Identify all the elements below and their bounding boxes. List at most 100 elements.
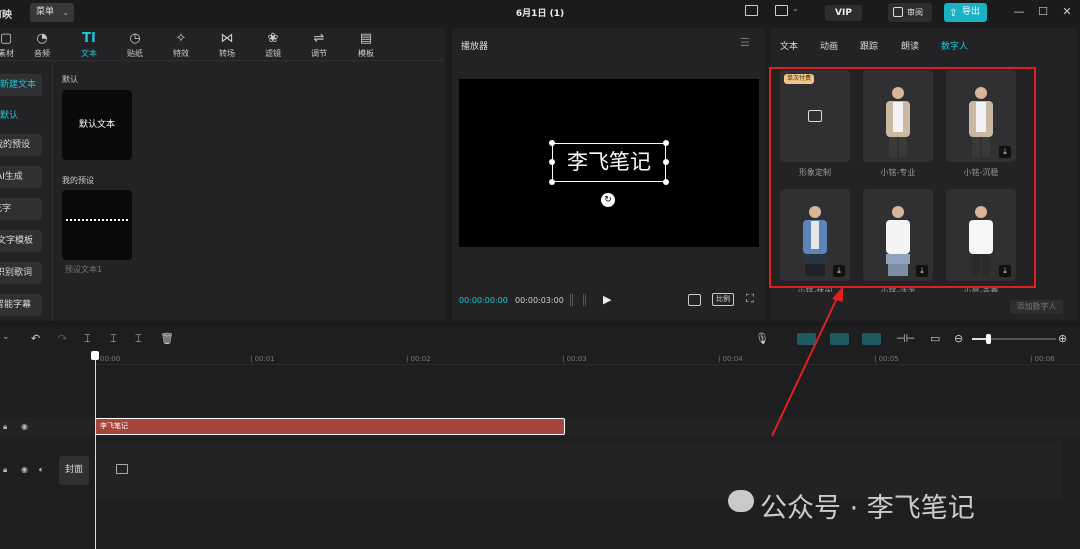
tool-label: 滤镜 [265, 49, 281, 58]
playhead-handle[interactable] [91, 351, 99, 360]
auto-snap-icon[interactable] [830, 333, 849, 345]
microphone-icon[interactable]: 🎙 [755, 332, 769, 345]
playhead[interactable] [95, 352, 96, 549]
sticker-icon: ◷ [129, 31, 141, 46]
maximize-icon[interactable]: ☐ [1036, 5, 1050, 19]
preset-text-card[interactable] [62, 190, 132, 260]
divider [0, 60, 445, 61]
export-button[interactable]: ⇪ 导出 [944, 3, 987, 22]
review-icon [893, 7, 903, 17]
tab-animation[interactable]: 动画 [820, 39, 838, 52]
category-lyrics[interactable]: 识别歌词 [0, 262, 42, 284]
tool-label: 调节 [311, 49, 327, 58]
preview-axis-icon[interactable]: ⊣⊢ [896, 332, 915, 345]
section-my-presets: 我的预设 [62, 176, 94, 185]
category-new-text[interactable]: 新建文本 [0, 74, 42, 96]
adjust-icon: ⇌ [313, 31, 325, 46]
tool-label: 音频 [34, 49, 50, 58]
tool-adjust[interactable]: ⇌ 调节 [299, 28, 339, 60]
zoom-out-icon[interactable]: ⊖ [954, 332, 963, 345]
eye-icon[interactable]: ◉ [21, 422, 28, 431]
ruler-label: | 00:04 [718, 355, 743, 363]
tool-label: 特效 [173, 49, 189, 58]
zoom-in-icon[interactable]: ⊕ [1058, 332, 1067, 345]
main-track-magnet-icon[interactable] [797, 333, 816, 345]
tool-label: 贴纸 [127, 49, 143, 58]
chevron-down-icon[interactable]: ⌄ [2, 332, 10, 342]
cover-button[interactable]: 封面 [59, 456, 89, 485]
category-default[interactable]: 默认 [0, 105, 42, 127]
split-icon[interactable]: ⌶ [84, 332, 91, 346]
layout-icon[interactable] [745, 5, 758, 16]
category-my-presets[interactable]: 我的预设 [0, 134, 42, 156]
tab-tracking[interactable]: 跟踪 [860, 39, 878, 52]
split-right-icon[interactable]: ⌶ [135, 332, 142, 346]
layout-switch-icon[interactable] [775, 5, 788, 16]
caption-icon[interactable]: ▭ [930, 332, 940, 345]
default-text-card[interactable]: 默认文本 [62, 90, 132, 160]
text-icon: TI [82, 31, 96, 46]
highlight-box [769, 67, 1036, 288]
tool-audio[interactable]: ◔ 音频 [22, 28, 62, 60]
transition-icon: ⋈ [220, 31, 234, 46]
tool-effects[interactable]: ✧ 特效 [161, 28, 201, 60]
text-clip[interactable]: 李飞笔记 [95, 418, 565, 435]
ruler-label: 00:00 [100, 355, 121, 363]
template-icon: ▤ [359, 31, 373, 46]
add-digital-human-button[interactable]: 添加数字人 [1010, 300, 1063, 314]
divider [52, 62, 53, 321]
caption-text: 李飞笔记 [567, 150, 651, 174]
undo-icon[interactable]: ↶ [31, 332, 40, 345]
waveform-icon[interactable] [570, 294, 586, 306]
tab-read-aloud[interactable]: 朗读 [901, 39, 919, 52]
zoom-slider-handle[interactable] [986, 334, 991, 344]
category-ai[interactable]: AI生成 [0, 166, 42, 188]
tool-label: 转场 [219, 49, 235, 58]
review-label: 审阅 [907, 8, 923, 17]
tool-filter[interactable]: ❀ 滤镜 [253, 28, 293, 60]
rotate-icon[interactable]: ↻ [601, 193, 615, 207]
vip-button[interactable]: VIP [825, 5, 862, 21]
ruler-label: | 00:01 [250, 355, 275, 363]
lock-icon[interactable]: 🔒︎ [3, 422, 7, 432]
delete-icon[interactable]: 🗑 [160, 332, 174, 345]
ruler-label: | 00:03 [562, 355, 587, 363]
review-button[interactable]: 审阅 [888, 3, 932, 22]
tab-digital-human[interactable]: 数字人 [941, 39, 968, 52]
tool-transition[interactable]: ⋈ 转场 [207, 28, 247, 60]
time-ruler[interactable] [95, 364, 1080, 365]
fullscreen-icon[interactable]: ⛶ [746, 292, 754, 306]
linkage-icon[interactable] [862, 333, 881, 345]
fit-screen-icon[interactable] [688, 294, 701, 306]
category-text-template[interactable]: 文字模板 [0, 230, 42, 252]
ruler-label: | 00:05 [874, 355, 899, 363]
film-icon [116, 464, 128, 474]
speaker-icon[interactable]: 🔈︎ [39, 465, 44, 475]
chevron-down-icon[interactable]: ⌄ [792, 4, 799, 13]
ratio-button[interactable]: 比例 [712, 293, 734, 306]
eye-icon[interactable]: ◉ [21, 465, 28, 474]
lock-icon[interactable]: 🔒︎ [3, 465, 7, 475]
menu-more-icon[interactable]: — [1012, 5, 1026, 19]
total-time: 00:00:03:00 [515, 296, 564, 305]
current-time: 00:00:00:00 [459, 296, 508, 305]
export-icon: ⇪ [949, 8, 958, 19]
tool-sticker[interactable]: ◷ 贴纸 [115, 28, 155, 60]
category-auto-caption[interactable]: 智能字幕 [0, 294, 42, 316]
split-left-icon[interactable]: ⌶ [110, 332, 117, 346]
tool-text[interactable]: TI 文本 [69, 28, 109, 60]
category-fancy-text[interactable]: 花字 [0, 198, 42, 220]
audio-icon: ◔ [36, 31, 48, 46]
preset-preview [66, 219, 128, 222]
effects-icon: ✧ [175, 31, 187, 46]
section-default: 默认 [62, 75, 78, 84]
play-icon[interactable]: ▶ [603, 293, 611, 306]
menu-icon[interactable]: ☰ [740, 36, 750, 49]
tool-template[interactable]: ▤ 模板 [346, 28, 386, 60]
watermark: 公众号 · 李飞笔记 [760, 493, 975, 524]
close-icon[interactable]: ✕ [1060, 5, 1074, 19]
redo-icon[interactable]: ↷ [58, 332, 67, 345]
tool-label: 模板 [358, 49, 374, 58]
tool-label: 文本 [81, 49, 97, 58]
tab-text[interactable]: 文本 [780, 39, 798, 52]
